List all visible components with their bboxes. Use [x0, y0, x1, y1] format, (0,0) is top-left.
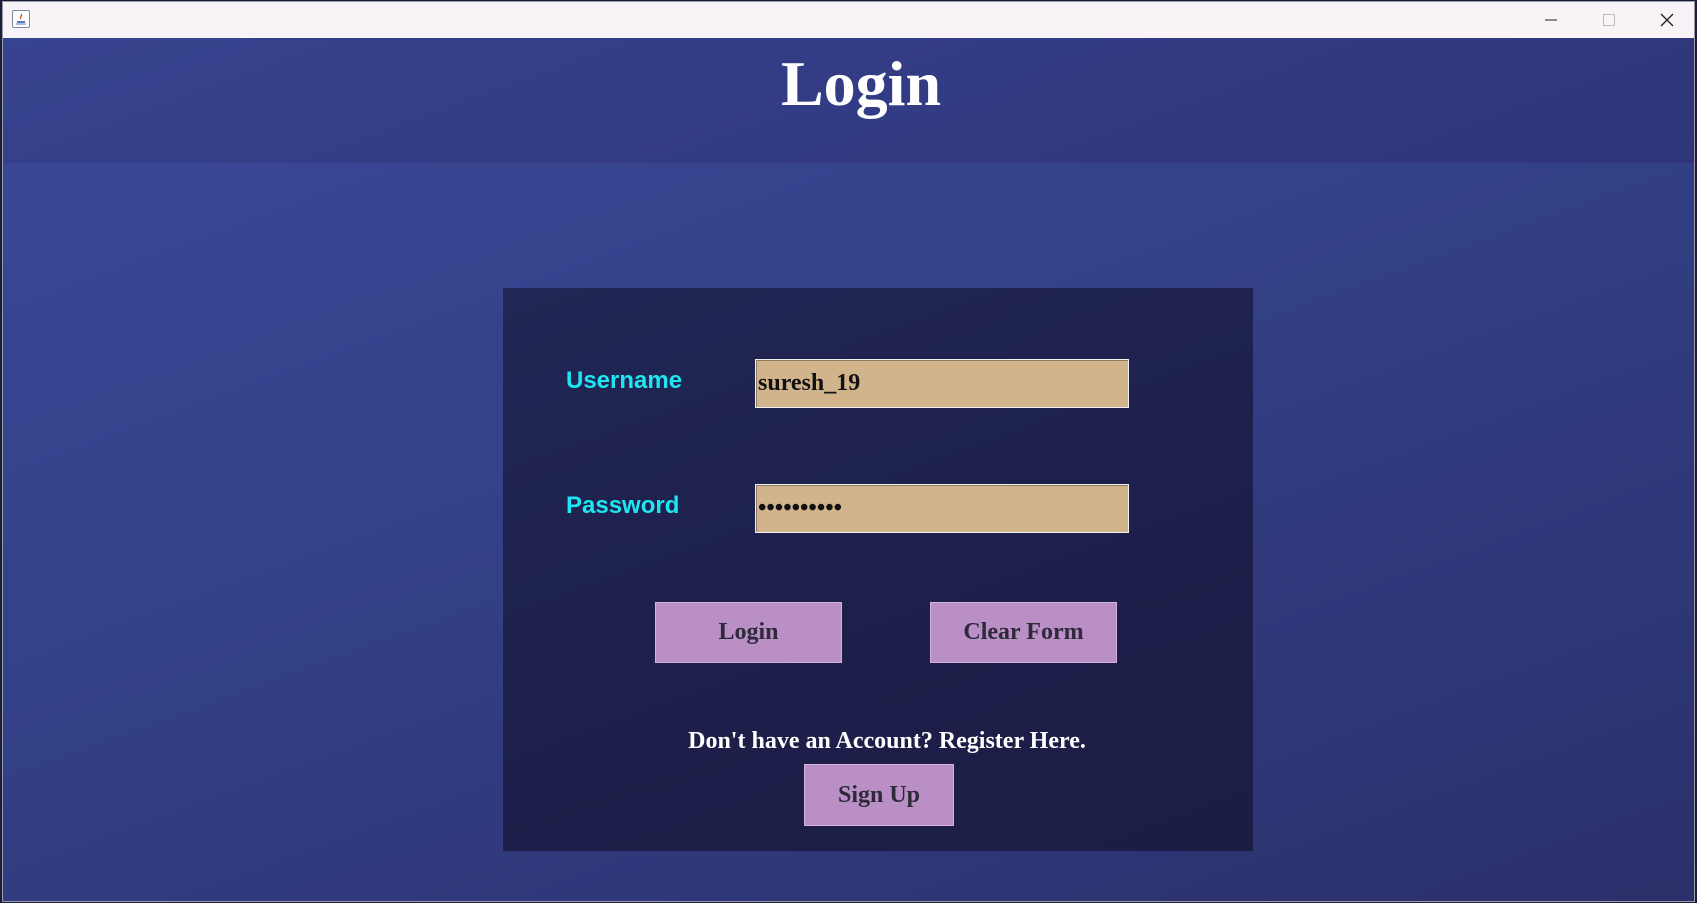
password-field[interactable]: •••••••••• — [755, 484, 1129, 533]
java-icon — [12, 10, 30, 28]
close-icon — [1660, 13, 1674, 27]
password-label: Password — [566, 492, 680, 519]
minimize-button[interactable] — [1522, 2, 1580, 38]
title-bar[interactable] — [3, 2, 1694, 38]
login-button[interactable]: Login — [655, 602, 842, 663]
header-panel: Login — [3, 38, 1694, 163]
clear-form-button[interactable]: Clear Form — [930, 602, 1117, 663]
maximize-icon — [1603, 14, 1615, 26]
sign-up-button[interactable]: Sign Up — [804, 764, 954, 826]
register-prompt: Don't have an Account? Register Here. — [688, 728, 1086, 754]
maximize-button[interactable] — [1580, 2, 1638, 38]
window-content: Login Username suresh_19 Password ••••••… — [3, 38, 1694, 901]
page-title: Login — [780, 48, 942, 119]
app-window: Login Username suresh_19 Password ••••••… — [2, 1, 1695, 902]
username-label: Username — [566, 367, 683, 394]
username-field[interactable]: suresh_19 — [755, 359, 1129, 408]
login-form-panel: Username suresh_19 Password •••••••••• L… — [503, 288, 1253, 851]
minimize-icon — [1545, 19, 1557, 21]
close-button[interactable] — [1638, 2, 1694, 38]
